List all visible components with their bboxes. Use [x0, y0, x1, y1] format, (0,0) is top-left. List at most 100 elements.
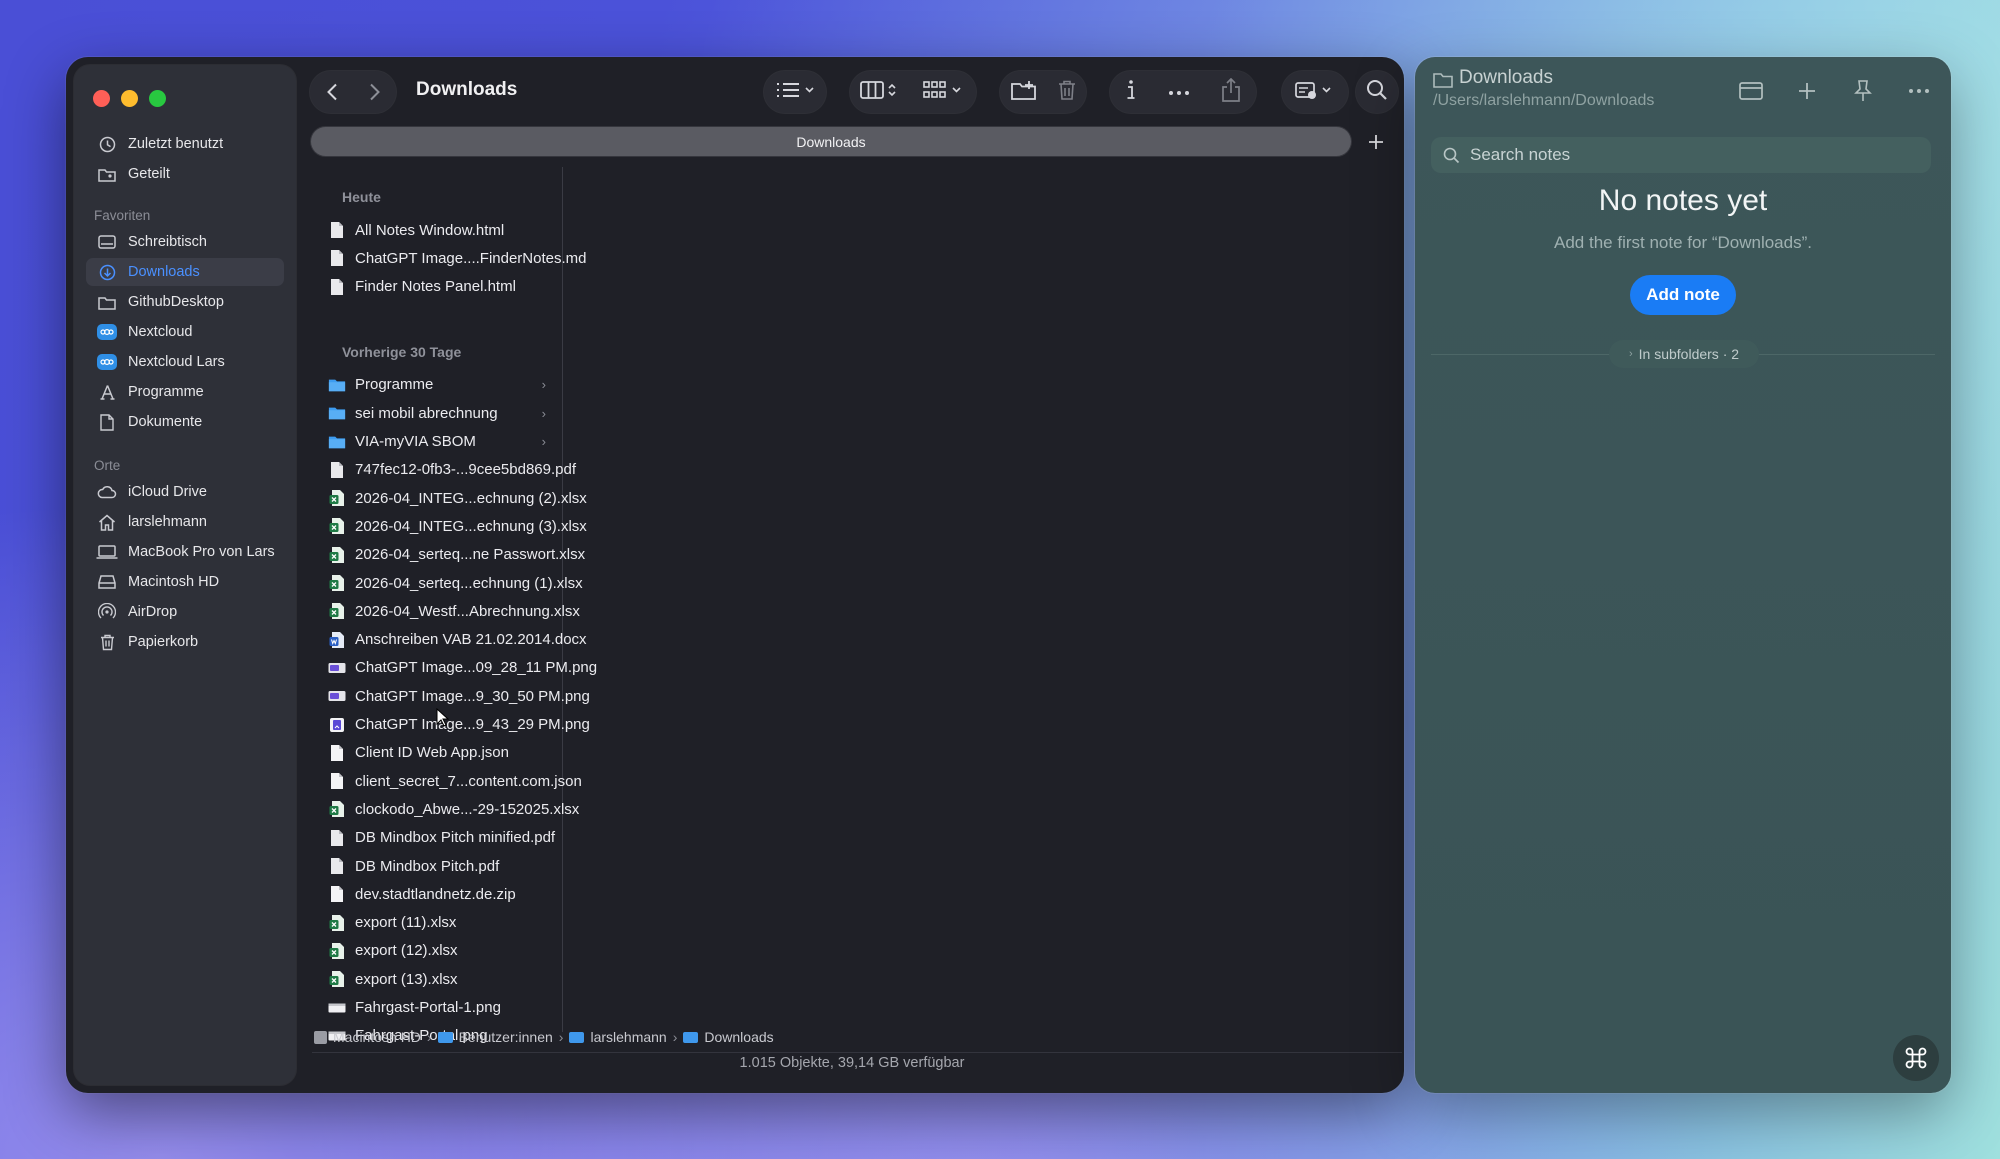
add-note-button[interactable]: Add note — [1630, 275, 1736, 315]
file-row[interactable]: DB Mindbox Pitch minified.pdf — [320, 825, 555, 851]
file-row[interactable]: DB Mindbox Pitch.pdf — [320, 853, 552, 879]
sidebar-item-macbook[interactable]: MacBook Pro von Lars — [86, 538, 284, 566]
tab-downloads[interactable]: Downloads — [311, 127, 1351, 156]
folder-icon — [96, 291, 118, 313]
share-icon[interactable] — [1221, 77, 1241, 107]
file-row[interactable]: 2026-04_serteq...echnung (1).xlsx — [320, 570, 583, 596]
folder-icon — [328, 375, 346, 395]
folder-icon — [1433, 71, 1453, 93]
sidebar-item-documents[interactable]: Dokumente — [86, 408, 284, 436]
file-row[interactable]: dev.stadtlandnetz.de.zip — [320, 881, 552, 907]
subfolders-chip-label: In subfolders · 2 — [1638, 346, 1740, 362]
sidebar-item-nextcloud-lars[interactable]: Nextcloud Lars — [86, 348, 284, 376]
file-name: 2026-04_Westf...Abrechnung.xlsx — [355, 602, 580, 620]
laptop-icon — [96, 541, 118, 563]
file-row[interactable]: ChatGPT Image...09_28_11 PM.png — [320, 655, 597, 681]
file-row[interactable]: Anschreiben VAB 21.02.2014.docx — [320, 627, 587, 653]
folder-row[interactable]: VIA-myVIA SBOM › — [320, 429, 552, 455]
close-window-button[interactable] — [93, 90, 110, 107]
delete-icon[interactable] — [1058, 80, 1076, 105]
sidebar-item-label: Zuletzt benutzt — [128, 136, 224, 152]
new-note-button[interactable] — [1789, 73, 1825, 109]
group-by-icon[interactable] — [922, 80, 967, 105]
new-folder-icon[interactable] — [1010, 80, 1037, 105]
more-icon[interactable] — [1168, 83, 1190, 101]
file-row[interactable]: export (12).xlsx — [320, 938, 552, 964]
folder-row[interactable]: sei mobil abrechnung › — [320, 400, 552, 426]
file-row[interactable]: 2026-04_serteq...ne Passwort.xlsx — [320, 542, 585, 568]
new-tab-button[interactable] — [1362, 128, 1389, 155]
file-name: All Notes Window.html — [355, 221, 505, 239]
chevron-right-icon: › — [541, 405, 546, 421]
file-row[interactable]: All Notes Window.html — [320, 217, 552, 243]
chevron-right-icon: › — [541, 434, 546, 449]
breadcrumb-item[interactable]: Macintosh HD — [333, 1029, 421, 1045]
tag-icon — [1295, 80, 1335, 105]
sidebar-item-label: iCloud Drive — [128, 484, 207, 500]
document-icon — [328, 248, 346, 268]
file-row[interactable]: 2026-04_Westf...Abrechnung.xlsx — [320, 598, 580, 624]
sidebar-item-applications[interactable]: Programme — [86, 378, 284, 406]
sidebar: Zuletzt benutzt Geteilt Favoriten Schrei… — [74, 65, 296, 1085]
file-row[interactable]: 2026-04_INTEG...echnung (3).xlsx — [320, 513, 587, 539]
sidebar-item-home[interactable]: larslehmann — [86, 508, 284, 536]
open-window-button[interactable] — [1733, 73, 1769, 109]
spreadsheet-icon — [328, 516, 346, 536]
breadcrumb-item[interactable]: larslehmann — [590, 1029, 666, 1045]
airdrop-icon — [96, 601, 118, 623]
subfolders-chip[interactable]: › In subfolders · 2 — [1609, 340, 1759, 368]
file-row[interactable]: Client ID Web App.json — [320, 740, 552, 766]
file-row[interactable]: export (11).xlsx — [320, 910, 552, 936]
breadcrumb: Macintosh HD › Benutzer:innen › larslehm… — [314, 1023, 774, 1051]
tags-button[interactable] — [1282, 71, 1348, 113]
file-column: Heute All Notes Window.html ChatGPT Image.… — [312, 167, 597, 1044]
sidebar-item-airdrop[interactable]: AirDrop — [86, 598, 284, 626]
file-name: DB Mindbox Pitch.pdf — [355, 857, 500, 875]
sidebar-item-macintosh-hd[interactable]: Macintosh HD — [86, 568, 284, 596]
back-icon[interactable] — [310, 83, 353, 101]
mouse-pointer-icon — [436, 707, 450, 733]
sidebar-item-shared[interactable]: Geteilt — [86, 160, 284, 188]
file-row[interactable]: ChatGPT Image...9_30_50 PM.png — [320, 683, 590, 709]
file-row[interactable]: clockodo_Abwe...-29-152025.xlsx — [320, 796, 579, 822]
folder-icon — [328, 432, 346, 452]
file-row[interactable]: export (13).xlsx — [320, 966, 552, 992]
breadcrumb-item[interactable]: Benutzer:innen — [459, 1029, 553, 1045]
sidebar-item-nextcloud[interactable]: Nextcloud — [86, 318, 284, 346]
sidebar-item-label: Papierkorb — [128, 634, 199, 650]
pin-button[interactable] — [1845, 73, 1881, 109]
notes-panel: Downloads /Users/larslehmann/Downloads S… — [1415, 57, 1951, 1093]
command-button[interactable] — [1893, 1035, 1939, 1081]
sidebar-item-label: Dokumente — [128, 414, 203, 430]
download-icon — [96, 261, 118, 283]
info-icon[interactable] — [1125, 79, 1137, 106]
image-icon — [328, 686, 346, 706]
spreadsheet-icon — [328, 601, 346, 621]
sidebar-item-recents[interactable]: Zuletzt benutzt — [86, 130, 284, 158]
sidebar-item-icloud[interactable]: iCloud Drive — [86, 478, 284, 506]
file-icon — [328, 771, 346, 791]
file-row[interactable]: 747fec12-0fb3-...9cee5bd869.pdf — [320, 457, 576, 483]
list-view-button[interactable] — [764, 71, 826, 113]
pin-icon — [1854, 80, 1872, 101]
minimize-window-button[interactable] — [121, 90, 138, 107]
file-row[interactable]: Fahrgast-Portal-1.png — [320, 995, 552, 1021]
notes-search-field[interactable]: Search notes — [1431, 137, 1931, 173]
sidebar-item-desktop[interactable]: Schreibtisch — [86, 228, 284, 256]
columns-view-icon[interactable] — [859, 80, 904, 105]
sidebar-item-downloads[interactable]: Downloads — [86, 258, 284, 286]
image-thumbnail-icon — [328, 998, 346, 1018]
more-options-button[interactable] — [1901, 73, 1937, 109]
sidebar-item-label: Programme — [128, 384, 204, 400]
zoom-window-button[interactable] — [149, 90, 166, 107]
sidebar-item-trash[interactable]: Papierkorb — [86, 628, 284, 656]
breadcrumb-item[interactable]: Downloads — [704, 1029, 773, 1045]
file-row[interactable]: 2026-04_INTEG...echnung (2).xlsx — [320, 485, 587, 511]
file-row[interactable]: Finder Notes Panel.html — [320, 274, 552, 300]
forward-icon[interactable] — [353, 83, 396, 101]
folder-row[interactable]: Programme › — [320, 372, 552, 398]
sidebar-item-githubdesktop[interactable]: GithubDesktop — [86, 288, 284, 316]
file-row[interactable]: ChatGPT Image....FinderNotes.md — [320, 245, 586, 271]
file-row[interactable]: client_secret_7...content.com.json — [320, 768, 582, 794]
search-button[interactable] — [1356, 71, 1398, 113]
